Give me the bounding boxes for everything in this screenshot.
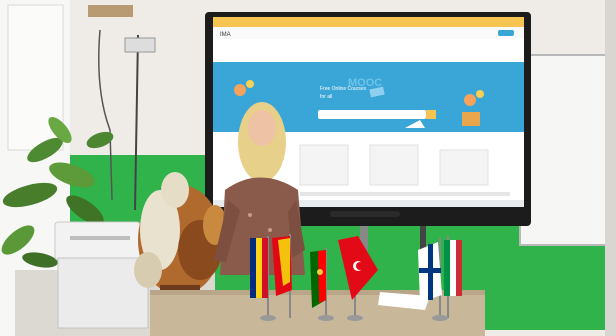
whiteboard (519, 54, 616, 246)
display-logo-bar (330, 211, 400, 217)
course-card (299, 144, 349, 186)
site-logo: IMA (220, 32, 231, 38)
gift-box (462, 112, 480, 126)
power-socket (124, 37, 156, 53)
hero-sub: for all (320, 94, 332, 100)
search-bar (318, 110, 426, 119)
login-button (498, 30, 514, 36)
hero-mooc: MOOC (348, 77, 382, 89)
search-icon (426, 110, 436, 119)
course-card (369, 144, 419, 186)
course-card (439, 149, 489, 186)
classroom-photo: IMA Free Online Courses for all MOOC (0, 0, 616, 336)
wall-frame (88, 5, 133, 17)
browser-bar (213, 17, 524, 27)
photo-illustration: IMA Free Online Courses for all MOOC (0, 0, 616, 336)
printer (54, 221, 141, 261)
